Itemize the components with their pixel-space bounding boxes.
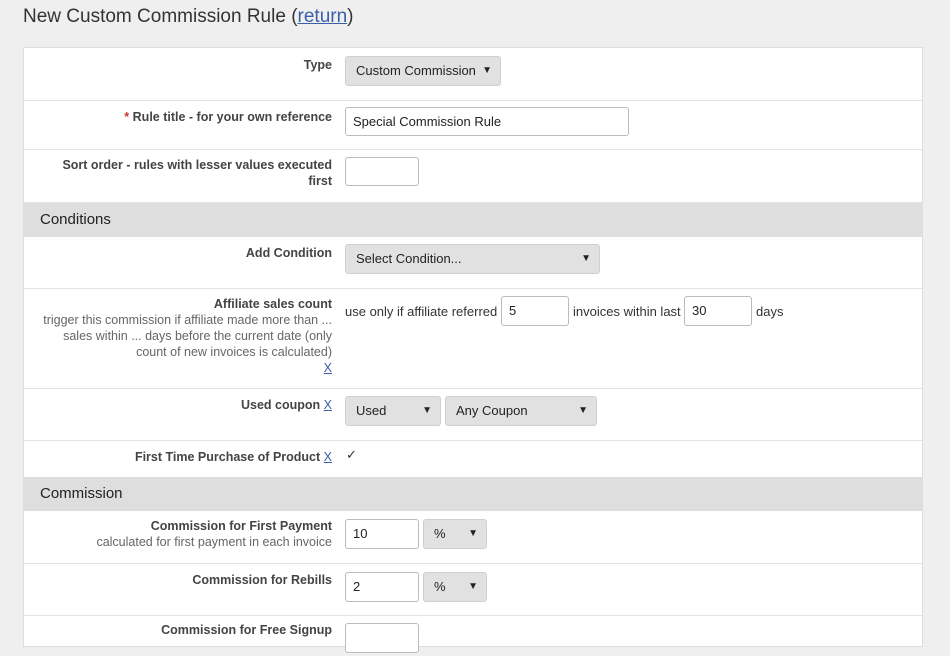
return-link[interactable]: return bbox=[298, 6, 348, 27]
commission-rule-form: Type Custom Commission ▼ * Rule title - … bbox=[23, 47, 923, 653]
sort-order-label: Sort order - rules with lesser values ex… bbox=[62, 158, 332, 188]
row-used-coupon: Used coupon X Used ▼ Any Coupon ▼ bbox=[24, 389, 922, 441]
affiliate-sales-count-description: trigger this commission if affiliate mad… bbox=[43, 313, 332, 359]
first-payment-unit-value: % bbox=[434, 526, 446, 541]
sort-order-input[interactable] bbox=[345, 157, 419, 186]
rule-title-label-text: Rule title - for your own reference bbox=[132, 110, 332, 124]
remove-affiliate-sales-count-link[interactable]: X bbox=[324, 361, 332, 375]
chevron-down-icon: ▼ bbox=[578, 405, 588, 416]
rule-title-label: * Rule title - for your own reference bbox=[32, 109, 332, 125]
add-condition-select[interactable]: Select Condition... ▼ bbox=[345, 244, 600, 274]
required-mark: * bbox=[124, 110, 130, 124]
first-payment-description: calculated for first payment in each inv… bbox=[96, 535, 332, 549]
free-signup-input[interactable] bbox=[345, 623, 419, 653]
rebills-unit-select[interactable]: % ▼ bbox=[423, 572, 487, 602]
row-rebills: Commission for Rebills 2 % ▼ bbox=[24, 564, 922, 616]
return-close-paren: ) bbox=[347, 6, 354, 27]
row-first-payment: Commission for First Payment calculated … bbox=[24, 511, 922, 564]
affiliate-sales-count-label: Affiliate sales count trigger this commi… bbox=[32, 296, 332, 376]
first-payment-label: Commission for First Payment calculated … bbox=[32, 518, 332, 550]
row-rule-title: * Rule title - for your own reference Sp… bbox=[24, 101, 922, 150]
chevron-down-icon: ▼ bbox=[422, 405, 432, 416]
commission-heading: Commission bbox=[24, 477, 922, 511]
days-count-input[interactable]: 30 bbox=[684, 296, 752, 326]
type-select-value: Custom Commission bbox=[356, 63, 476, 78]
rebills-label: Commission for Rebills bbox=[192, 573, 332, 587]
chevron-down-icon: ▼ bbox=[581, 253, 591, 264]
rebills-input[interactable]: 2 bbox=[345, 572, 419, 602]
conditions-heading: Conditions bbox=[24, 203, 922, 237]
add-condition-select-value: Select Condition... bbox=[356, 251, 462, 266]
first-time-purchase-label: First Time Purchase of Product X bbox=[32, 449, 332, 465]
chevron-down-icon: ▼ bbox=[468, 528, 478, 539]
type-select[interactable]: Custom Commission ▼ bbox=[345, 56, 501, 86]
coupon-status-value: Used bbox=[356, 403, 387, 418]
page-title: New Custom Commission Rule (return) bbox=[23, 6, 353, 28]
row-first-time-purchase: First Time Purchase of Product X ✓ bbox=[24, 441, 922, 477]
type-label: Type bbox=[303, 58, 332, 72]
affiliate-sales-count-title: Affiliate sales count bbox=[213, 297, 332, 311]
row-type: Type Custom Commission ▼ bbox=[24, 48, 922, 101]
used-coupon-label: Used coupon X bbox=[32, 397, 332, 413]
first-time-purchase-label-text: First Time Purchase of Product bbox=[134, 450, 321, 464]
sales-count-middle: invoices within last bbox=[573, 304, 681, 319]
remove-used-coupon-link[interactable]: X bbox=[324, 398, 332, 412]
used-coupon-label-text: Used coupon bbox=[241, 398, 321, 412]
row-free-signup: Commission for Free Signup bbox=[24, 616, 922, 656]
first-payment-input[interactable]: 10 bbox=[345, 519, 419, 549]
remove-first-time-purchase-link[interactable]: X bbox=[324, 450, 332, 464]
free-signup-label: Commission for Free Signup bbox=[161, 623, 332, 637]
chevron-down-icon: ▼ bbox=[468, 581, 478, 592]
coupon-select-value: Any Coupon bbox=[456, 403, 528, 418]
row-add-condition: Add Condition Select Condition... ▼ bbox=[24, 237, 922, 289]
chevron-down-icon: ▼ bbox=[482, 65, 492, 76]
coupon-status-select[interactable]: Used ▼ bbox=[345, 396, 441, 426]
row-affiliate-sales-count: Affiliate sales count trigger this commi… bbox=[24, 289, 922, 389]
sales-count-prefix: use only if affiliate referred bbox=[345, 304, 498, 319]
page-title-text: New Custom Commission Rule bbox=[23, 6, 286, 27]
sales-count-suffix: days bbox=[756, 304, 784, 319]
coupon-select[interactable]: Any Coupon ▼ bbox=[445, 396, 597, 426]
first-payment-label-text: Commission for First Payment bbox=[150, 519, 332, 533]
invoices-count-input[interactable]: 5 bbox=[501, 296, 569, 326]
rebills-unit-value: % bbox=[434, 579, 446, 594]
row-sort-order: Sort order - rules with lesser values ex… bbox=[24, 150, 922, 203]
first-payment-unit-select[interactable]: % ▼ bbox=[423, 519, 487, 549]
add-condition-label: Add Condition bbox=[245, 246, 332, 260]
check-icon: ✓ bbox=[346, 447, 357, 462]
rule-title-input[interactable]: Special Commission Rule bbox=[345, 107, 629, 136]
